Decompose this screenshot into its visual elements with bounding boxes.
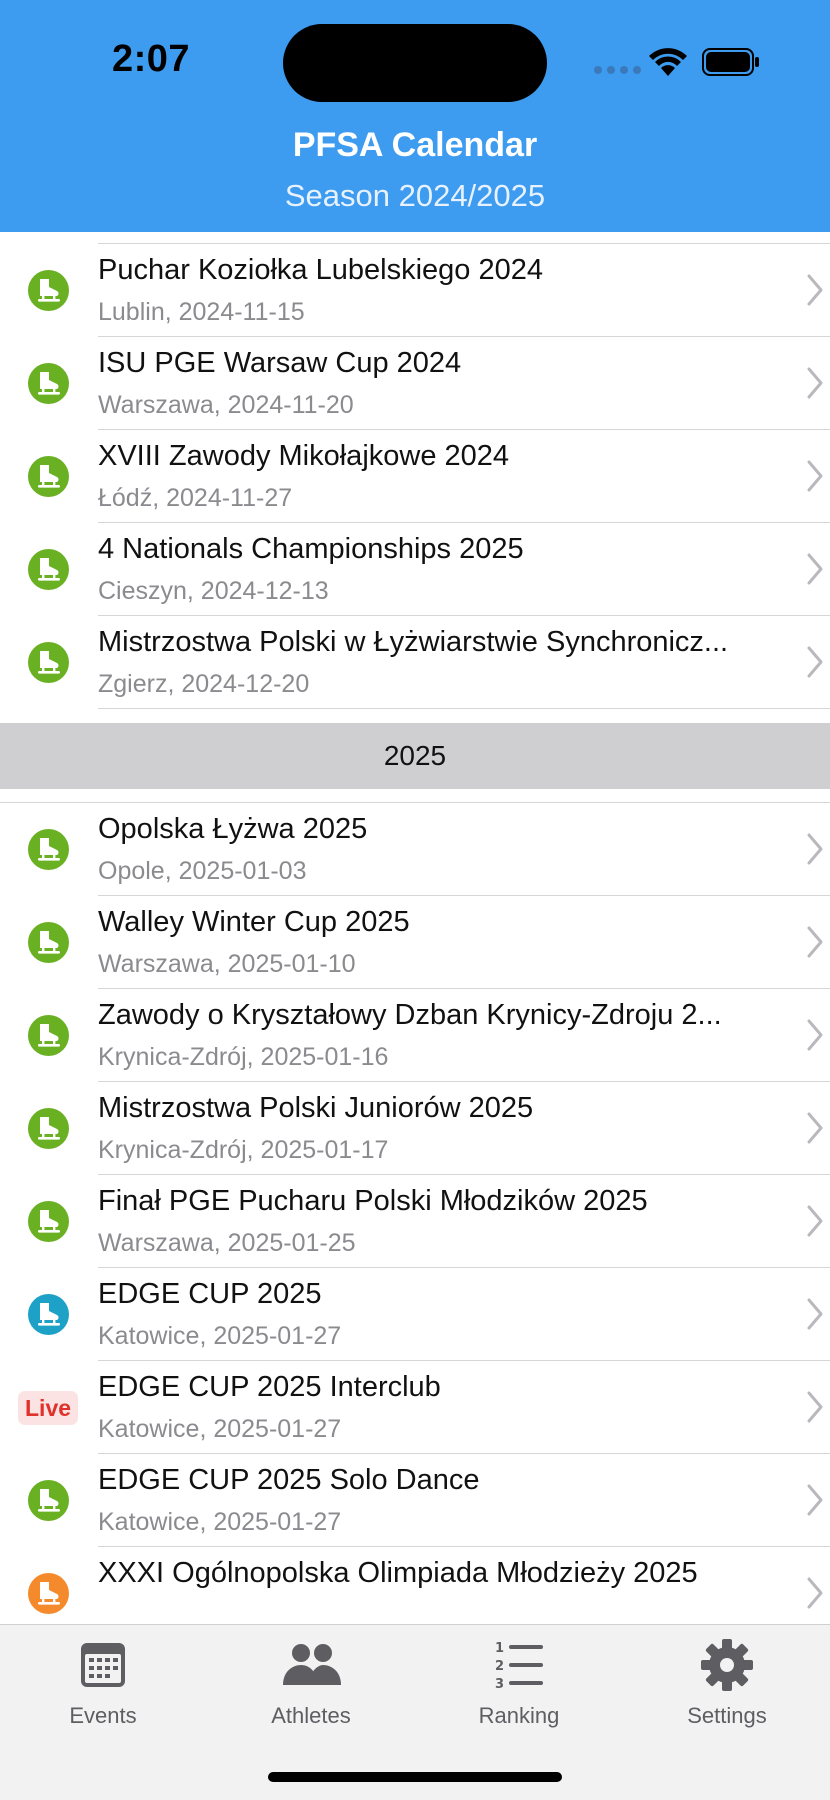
live-badge: Live xyxy=(18,1391,79,1425)
chevron-right-icon xyxy=(807,646,823,678)
event-row[interactable]: Zawody o Kryształowy Dzban Krynicy-Zdroj… xyxy=(0,989,830,1082)
wifi-icon xyxy=(649,48,687,76)
status-time: 2:07 xyxy=(112,38,191,80)
event-row[interactable]: XXXI Ogólnopolska Olimpiada Młodzieży 20… xyxy=(0,1547,830,1624)
ranking-list-icon: 1 2 3 xyxy=(495,1641,543,1692)
event-title: Zawody o Kryształowy Dzban Krynicy-Zdroj… xyxy=(98,999,722,1031)
tab-ranking[interactable]: 1 2 3 Ranking xyxy=(439,1637,599,1747)
skate-blue-icon xyxy=(28,1294,69,1335)
event-title: Walley Winter Cup 2025 xyxy=(98,906,410,938)
tab-label: Ranking xyxy=(478,1703,560,1728)
events-list[interactable]: Oświęcim, 2024-11-07Puchar Koziołka Lube… xyxy=(0,222,830,1624)
event-location-date: Warszawa, 2025-01-10 xyxy=(98,950,356,978)
event-location-date: Warszawa, 2024-11-20 xyxy=(98,391,354,419)
event-location-date: Katowice, 2025-01-27 xyxy=(98,1322,342,1350)
event-location-date: Lublin, 2024-11-15 xyxy=(98,298,305,326)
event-location-date: Zgierz, 2024-12-20 xyxy=(98,670,310,698)
tab-events[interactable]: Events xyxy=(23,1637,183,1747)
event-row[interactable]: Walley Winter Cup 2025 Warszawa, 2025-01-… xyxy=(0,896,830,989)
skate-green-icon xyxy=(28,270,69,311)
tab-settings[interactable]: Settings xyxy=(647,1637,807,1747)
chevron-right-icon xyxy=(807,926,823,958)
chevron-right-icon xyxy=(807,553,823,585)
row-separator xyxy=(98,708,830,709)
calendar-icon xyxy=(81,1643,125,1687)
cellular-signal-icon xyxy=(594,66,642,74)
event-title: 4 Nationals Championships 2025 xyxy=(98,533,524,565)
battery-icon xyxy=(702,48,759,76)
event-row[interactable]: Finał PGE Pucharu Polski Młodzików 2025 W… xyxy=(0,1175,830,1268)
chevron-right-icon xyxy=(807,460,823,492)
event-location-date: Łódź, 2024-11-27 xyxy=(98,484,293,512)
event-row[interactable]: XVIII Zawody Mikołajkowe 2024 Łódź, 2024-… xyxy=(0,430,830,523)
page-title: PFSA Calendar xyxy=(292,126,538,164)
skate-green-icon xyxy=(28,549,69,590)
event-row[interactable]: EDGE CUP 2025 Katowice, 2025-01-27 xyxy=(0,1268,830,1361)
event-location-date: Warszawa, 2025-01-25 xyxy=(98,1229,356,1257)
event-location-date: Katowice, 2025-01-27 xyxy=(98,1415,342,1443)
skate-green-icon xyxy=(28,1108,69,1149)
skate-green-icon xyxy=(28,922,69,963)
chevron-right-icon xyxy=(807,1019,823,1051)
event-title: Opolska Łyżwa 2025 xyxy=(98,813,368,845)
skate-green-icon xyxy=(28,829,69,870)
home-indicator xyxy=(268,1772,562,1782)
skate-orange-icon xyxy=(28,1573,69,1614)
chevron-right-icon xyxy=(807,833,823,865)
event-row[interactable]: ISU PGE Warsaw Cup 2024 Warszawa, 2024-11… xyxy=(0,337,830,430)
event-title: XXXI Ogólnopolska Olimpiada Młodzieży 20… xyxy=(98,1557,698,1589)
event-row[interactable]: 4 Nationals Championships 2025 Cieszyn, 2… xyxy=(0,523,830,616)
dynamic-island xyxy=(283,24,547,102)
event-title: Finał PGE Pucharu Polski Młodzików 2025 xyxy=(98,1185,648,1217)
event-row[interactable]: EDGE CUP 2025 Solo Dance Katowice, 2025-0… xyxy=(0,1454,830,1547)
skate-green-icon xyxy=(28,456,69,497)
gear-icon xyxy=(701,1639,753,1691)
skate-green-icon xyxy=(28,1015,69,1056)
event-title: Mistrzostwa Polski w Łyżwiarstwie Synchr… xyxy=(98,626,729,658)
svg-text:3: 3 xyxy=(495,1677,504,1692)
event-title: Puchar Koziołka Lubelskiego 2024 xyxy=(98,254,543,286)
tab-label: Events xyxy=(69,1703,137,1728)
event-location-date: Opole, 2025-01-03 xyxy=(98,857,307,885)
event-location-date: Krynica-Zdrój, 2025-01-17 xyxy=(98,1136,389,1164)
season-subtitle: Season 2024/2025 xyxy=(284,178,546,213)
chevron-right-icon xyxy=(807,1484,823,1516)
chevron-right-icon xyxy=(807,274,823,306)
event-title: EDGE CUP 2025 Interclub xyxy=(98,1371,441,1403)
event-row[interactable]: Mistrzostwa Polski Juniorów 2025 Krynica-… xyxy=(0,1082,830,1175)
chevron-right-icon xyxy=(807,367,823,399)
skate-green-icon xyxy=(28,1201,69,1242)
chevron-right-icon xyxy=(807,1391,823,1423)
skate-green-icon xyxy=(28,642,69,683)
event-row[interactable]: Opolska Łyżwa 2025 Opole, 2025-01-03 xyxy=(0,803,830,896)
svg-text:2: 2 xyxy=(495,1659,504,1674)
people-icon xyxy=(283,1644,341,1685)
event-location-date: Krynica-Zdrój, 2025-01-16 xyxy=(98,1043,389,1071)
tab-label: Settings xyxy=(687,1703,767,1728)
skate-green-icon xyxy=(28,1480,69,1521)
event-title: EDGE CUP 2025 Solo Dance xyxy=(98,1464,480,1496)
tab-label: Athletes xyxy=(271,1703,351,1728)
event-title: XVIII Zawody Mikołajkowe 2024 xyxy=(98,440,510,472)
event-title: Mistrzostwa Polski Juniorów 2025 xyxy=(98,1092,534,1124)
svg-text:1: 1 xyxy=(495,1641,504,1656)
skate-green-icon xyxy=(28,363,69,404)
event-location-date: Cieszyn, 2024-12-13 xyxy=(98,577,329,605)
chevron-right-icon xyxy=(807,1298,823,1330)
event-row[interactable]: Live EDGE CUP 2025 Interclub Katowice, 202… xyxy=(0,1361,830,1454)
chevron-right-icon xyxy=(807,1112,823,1144)
chevron-right-icon xyxy=(807,1205,823,1237)
event-row[interactable]: Puchar Koziołka Lubelskiego 2024 Lublin, … xyxy=(0,244,830,337)
section-header-year: 2025 xyxy=(0,723,830,789)
chevron-right-icon xyxy=(807,1577,823,1609)
tab-athletes[interactable]: Athletes xyxy=(231,1637,391,1747)
navigation-header: 2:07 PFSA Calendar Season 2024/2025 xyxy=(0,0,830,232)
event-title: ISU PGE Warsaw Cup 2024 xyxy=(98,347,462,379)
event-row[interactable]: Mistrzostwa Polski w Łyżwiarstwie Synchr… xyxy=(0,616,830,709)
event-location-date: Katowice, 2025-01-27 xyxy=(98,1508,342,1536)
event-title: EDGE CUP 2025 xyxy=(98,1278,322,1310)
